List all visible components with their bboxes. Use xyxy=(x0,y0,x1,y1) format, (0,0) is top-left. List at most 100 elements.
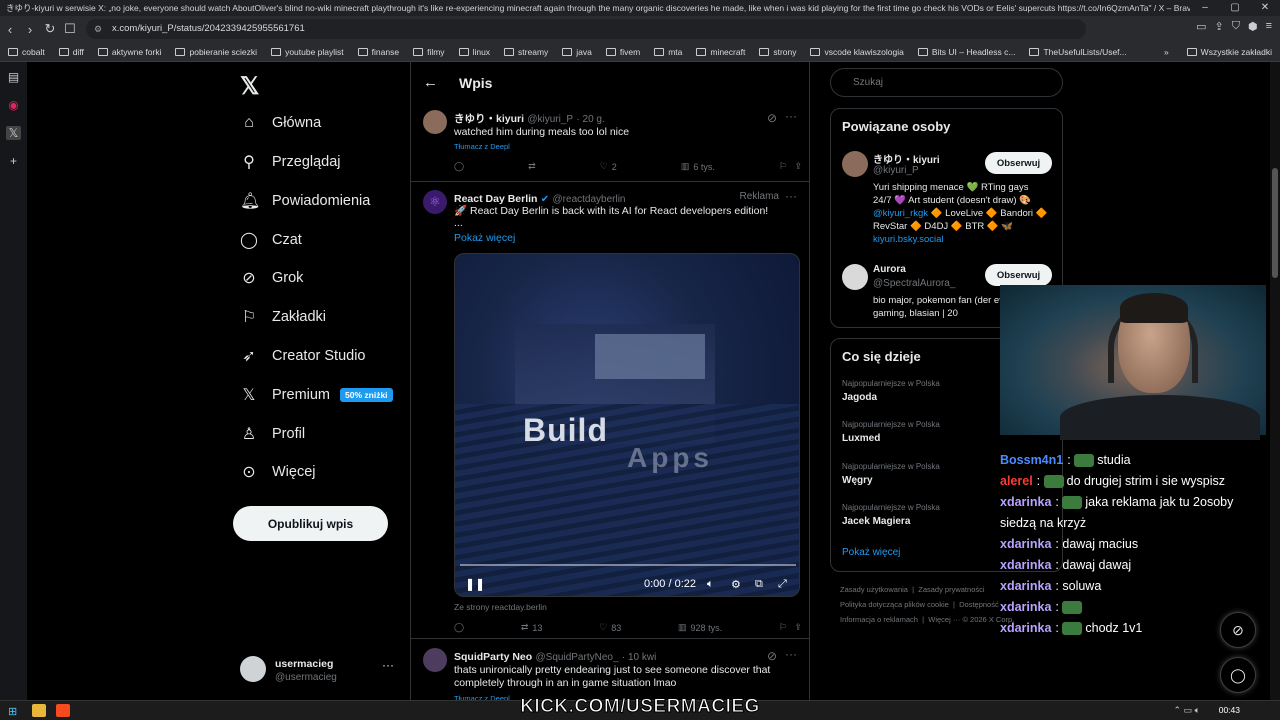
follow-button[interactable]: Obserwuj xyxy=(985,264,1052,286)
close-window-button[interactable]: ✕ xyxy=(1250,0,1280,16)
author-handle[interactable]: @SquidPartyNeo_ xyxy=(536,652,619,663)
views-button[interactable]: ▥ 6 tys. xyxy=(681,161,715,172)
bookmark-folder[interactable]: streamy xyxy=(504,47,548,57)
author-name[interactable]: React Day Berlin xyxy=(454,193,537,205)
menu-icon[interactable]: ≡ xyxy=(1266,20,1272,33)
footer-link[interactable]: Zasady prywatności xyxy=(918,585,984,594)
nav-explore[interactable]: ⚲ Przeglądaj xyxy=(240,147,340,177)
retweet-button[interactable]: ⇄ 13 xyxy=(521,622,543,633)
chat-username[interactable]: xdarinka xyxy=(1000,495,1051,509)
x-logo-icon[interactable]: 𝕏 xyxy=(240,72,259,101)
person-handle[interactable]: @kiyuri_P xyxy=(873,165,919,176)
search-input[interactable] xyxy=(830,68,1063,97)
brave-taskbar-icon[interactable] xyxy=(56,704,70,717)
bookmark-folder[interactable]: strony xyxy=(759,47,796,57)
nav-notifications[interactable]: 🔔︎ Powiadomienia xyxy=(240,186,370,216)
author-handle[interactable]: @reactdayberlin xyxy=(553,194,626,205)
windows-start-icon[interactable]: ⊞ xyxy=(8,705,17,718)
video-progress-bar[interactable] xyxy=(460,564,796,566)
person-handle[interactable]: @SpectralAurora_ xyxy=(873,278,955,289)
account-more-icon[interactable]: ··· xyxy=(382,658,394,672)
translate-link[interactable]: Tłumacz z Deepl xyxy=(454,142,510,151)
person-name[interactable]: Aurora xyxy=(873,264,906,275)
site-info-icon[interactable]: ⚙ xyxy=(94,19,102,39)
retweet-icon[interactable]: ⇄ xyxy=(528,161,536,172)
nav-bookmarks[interactable]: ⚐ Zakładki xyxy=(240,302,326,332)
back-arrow-icon[interactable]: ← xyxy=(423,74,438,91)
chat-username[interactable]: Bossm4n1 xyxy=(1000,453,1063,467)
bookmark-folder[interactable]: java xyxy=(562,47,592,57)
minimize-button[interactable]: – xyxy=(1190,0,1220,16)
avatar[interactable] xyxy=(842,264,868,290)
chat-username[interactable]: alerel xyxy=(1000,474,1033,488)
file-explorer-icon[interactable] xyxy=(32,704,46,717)
messages-fab-icon[interactable]: ◯ xyxy=(1220,657,1256,693)
bio-link[interactable]: kiyuri.bsky.social xyxy=(873,234,944,245)
chat-username[interactable]: xdarinka xyxy=(1000,558,1051,572)
nav-home[interactable]: ⌂ Główna xyxy=(240,108,321,138)
bookmark-item[interactable]: vscode klawiszologia xyxy=(810,47,904,57)
grok-fab-icon[interactable]: ⊘ xyxy=(1220,612,1256,648)
bookmark-item[interactable]: pobieranie sciezki xyxy=(175,47,257,57)
bio-mention-link[interactable]: @kiyuri_rkgk xyxy=(873,208,928,219)
bookmark-item[interactable]: cobalt xyxy=(8,47,45,57)
show-more-link[interactable]: Pokaż więcej xyxy=(454,232,515,245)
tweet-more-icon[interactable]: ··· xyxy=(785,647,797,661)
like-button[interactable]: ♡ 83 xyxy=(599,622,621,633)
nav-premium[interactable]: 𝕏 Premium 50% zniżki xyxy=(240,380,393,410)
chat-username[interactable]: xdarinka xyxy=(1000,600,1051,614)
avatar[interactable] xyxy=(842,151,868,177)
trend-item[interactable]: Najpopularniejsze w Polska Luxmed xyxy=(842,420,940,444)
forward-arrow-icon[interactable]: › xyxy=(20,22,40,37)
bookmark-item[interactable]: TheUsefulLists/Usef... xyxy=(1029,47,1127,57)
ad-source[interactable]: Ze strony reactday.berlin xyxy=(454,602,547,612)
follow-button[interactable]: Obserwuj xyxy=(985,152,1052,174)
add-tab-icon[interactable]: + xyxy=(10,154,17,168)
bookmark-item[interactable]: Bits UI – Headless c... xyxy=(917,47,1015,57)
bookmark-share-icons[interactable]: ⚐ ⇪ xyxy=(779,161,802,172)
scrollbar-thumb[interactable] xyxy=(1272,168,1278,278)
extension-icon[interactable]: ⬢ xyxy=(1248,20,1258,33)
bookmark-item[interactable]: diff xyxy=(58,47,84,57)
bookmarks-overflow-button[interactable]: » xyxy=(1164,47,1169,57)
mute-icon[interactable]: 🔈︎ xyxy=(707,578,714,591)
maximize-button[interactable]: ▢ xyxy=(1220,0,1250,16)
like-button[interactable]: ♡ 2 xyxy=(600,161,617,172)
bookmark-folder[interactable]: fivem xyxy=(605,47,640,57)
chat-username[interactable]: xdarinka xyxy=(1000,537,1051,551)
x-tab-icon[interactable]: 𝕏 xyxy=(5,126,22,140)
tweet-time[interactable]: · 10 kwi xyxy=(622,652,656,663)
share-icon[interactable]: ⇪ xyxy=(1215,20,1224,33)
reply-icon[interactable]: ◯ xyxy=(454,622,464,633)
footer-link[interactable]: Informacja o reklamach xyxy=(840,615,918,624)
back-arrow-icon[interactable]: ‹ xyxy=(0,22,20,37)
page-scrollbar[interactable] xyxy=(1270,62,1280,700)
bookmark-page-icon[interactable]: ☐ xyxy=(60,21,80,37)
tweet-more-icon[interactable]: ··· xyxy=(785,189,797,203)
all-bookmarks-button[interactable]: Wszystkie zakładki xyxy=(1186,47,1272,57)
author-name[interactable]: きゆり・kiyuri xyxy=(454,113,524,125)
footer-link[interactable]: Dostępność xyxy=(959,600,999,609)
nav-creator-studio[interactable]: ➶ Creator Studio xyxy=(240,341,365,371)
tweet-reply[interactable]: SquidParty Neo @SquidPartyNeo_ · 10 kwi … xyxy=(411,640,809,703)
author-name[interactable]: SquidParty Neo xyxy=(454,651,532,663)
cast-icon[interactable]: ▭ xyxy=(1196,20,1206,33)
pip-icon[interactable]: ⧉ xyxy=(755,578,763,591)
views-button[interactable]: ▥ 928 tys. xyxy=(678,622,722,633)
tweet-reply[interactable]: きゆり・kiyuri @kiyuri_P · 20 g. ⊘ ··· watch… xyxy=(411,106,809,182)
settings-gear-icon[interactable]: ⚙ xyxy=(731,578,741,591)
footer-link[interactable]: Więcej ··· xyxy=(928,615,960,624)
nav-more[interactable]: ⊙ Więcej xyxy=(240,457,315,487)
bookmark-share-icons[interactable]: ⚐ ⇪ xyxy=(779,622,802,633)
trend-item[interactable]: Najpopularniejsze w Polska Węgry xyxy=(842,462,940,486)
nav-profile[interactable]: ♙ Profil xyxy=(240,419,305,449)
bookmark-folder[interactable]: finanse xyxy=(357,47,399,57)
pause-icon[interactable]: ❚❚ xyxy=(465,577,485,591)
footer-link[interactable]: Polityka dotycząca plików cookie xyxy=(840,600,949,609)
bookmark-folder[interactable]: filmy xyxy=(413,47,445,57)
person-name[interactable]: きゆり・kiyuri xyxy=(873,151,940,166)
trend-item[interactable]: Najpopularniejsze w Polska Jacek Magiera xyxy=(842,503,940,527)
video-player[interactable]: Build Apps ❚❚ 0:00 / 0:22 🔈︎ ⚙ ⧉ ⤢ xyxy=(454,253,800,597)
footer-link[interactable]: Zasady użytkowania xyxy=(840,585,908,594)
bookmark-item[interactable]: youtube playlist xyxy=(271,47,344,57)
